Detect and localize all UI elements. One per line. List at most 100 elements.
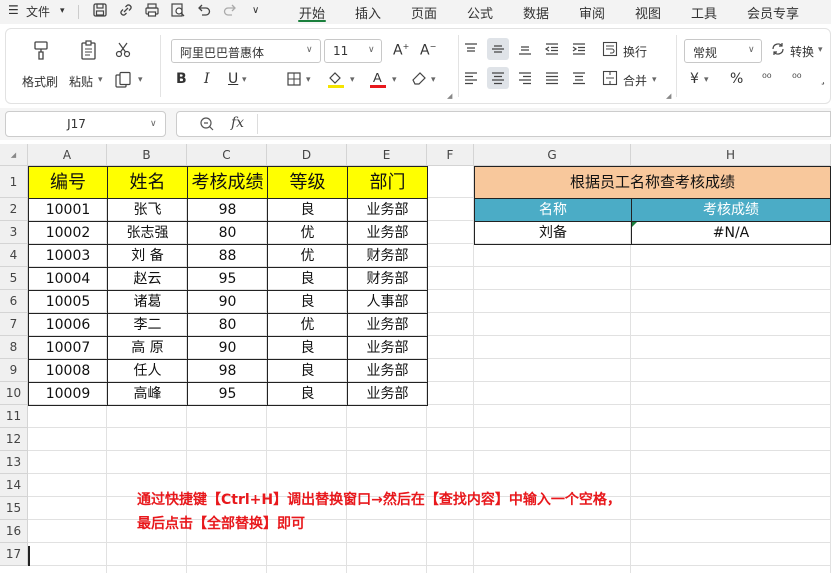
table-cell[interactable]: 诸葛 (107, 290, 188, 314)
more-chevron-icon[interactable]: ∨ (252, 5, 259, 16)
table-cell[interactable]: 张志强 (107, 221, 188, 245)
table-header-cell[interactable]: 编号 (28, 166, 108, 199)
table-cell[interactable]: 业务部 (347, 382, 428, 406)
tab-page[interactable]: 页面 (411, 3, 437, 22)
print-icon[interactable] (144, 2, 162, 20)
tab-formula[interactable]: 公式 (467, 3, 493, 22)
indent-increase-icon[interactable] (571, 41, 587, 60)
table-cell[interactable]: 财务部 (347, 267, 428, 291)
underline-chevron-icon[interactable]: ▾ (242, 75, 247, 85)
table-cell[interactable]: 良 (267, 359, 348, 383)
justify-icon[interactable] (544, 70, 560, 89)
table-cell[interactable]: 90 (187, 290, 268, 314)
row-header[interactable]: 13 (0, 451, 28, 474)
row-header[interactable]: 8 (0, 336, 28, 359)
column-header[interactable]: B (107, 144, 187, 166)
comma-style-icon[interactable]: ¸ (820, 71, 826, 85)
row-header[interactable]: 9 (0, 359, 28, 382)
column-header[interactable]: H (631, 144, 831, 166)
table-cell[interactable]: 良 (267, 198, 348, 222)
table-cell[interactable]: 财务部 (347, 244, 428, 268)
underline-button[interactable]: U (228, 71, 238, 87)
table-header-cell[interactable]: 姓名 (107, 166, 188, 199)
font-shrink-button[interactable]: A− (420, 42, 436, 59)
row-header[interactable]: 16 (0, 520, 28, 543)
table-header-cell[interactable]: 考核成绩 (187, 166, 268, 199)
font-size-chevron-icon[interactable]: ∨ (368, 45, 375, 55)
select-all-corner[interactable]: ◢ (0, 144, 28, 166)
table-cell[interactable]: 98 (187, 198, 268, 222)
eraser-chevron-icon[interactable]: ▾ (431, 75, 436, 85)
tab-tools[interactable]: 工具 (691, 3, 717, 22)
scissors-icon[interactable] (114, 41, 132, 62)
row-header[interactable]: 5 (0, 267, 28, 290)
tab-member[interactable]: 会员专享 (747, 3, 799, 22)
table-cell[interactable]: 良 (267, 267, 348, 291)
lookup-header-cell[interactable]: 名称 (474, 198, 632, 222)
file-menu[interactable]: 文件 (26, 3, 50, 20)
table-cell[interactable]: 良 (267, 290, 348, 314)
align-center-icon[interactable] (490, 70, 506, 89)
lookup-header-cell[interactable]: 考核成绩 (631, 198, 831, 222)
formula-input[interactable]: fx (176, 111, 831, 137)
lookup-result-cell[interactable]: #N/A (631, 221, 831, 245)
font-dialog-launcher-icon[interactable]: ◢ (447, 92, 452, 100)
table-cell[interactable]: 10008 (28, 359, 108, 383)
align-right-icon[interactable] (517, 70, 533, 89)
copy-icon[interactable] (114, 71, 132, 92)
font-color-chevron-icon[interactable]: ▾ (392, 75, 397, 85)
percent-icon[interactable]: % (730, 71, 743, 87)
column-header[interactable]: G (474, 144, 631, 166)
merge-chevron-icon[interactable]: ▾ (652, 75, 657, 85)
row-header[interactable]: 11 (0, 405, 28, 428)
format-painter-button[interactable]: 格式刷 (22, 73, 58, 90)
table-cell[interactable]: 高 原 (107, 336, 188, 360)
table-cell[interactable]: 业务部 (347, 313, 428, 337)
undo-icon[interactable] (196, 2, 214, 20)
border-icon[interactable] (286, 71, 302, 90)
row-header[interactable]: 6 (0, 290, 28, 313)
row-header[interactable]: 2 (0, 198, 28, 221)
row-header[interactable]: 3 (0, 221, 28, 244)
save-icon[interactable] (92, 2, 110, 20)
table-cell[interactable]: 10005 (28, 290, 108, 314)
table-cell[interactable]: 业务部 (347, 359, 428, 383)
convert-icon[interactable] (770, 41, 786, 60)
table-cell[interactable]: 李二 (107, 313, 188, 337)
align-middle-icon[interactable] (490, 41, 506, 60)
indent-decrease-icon[interactable] (544, 41, 560, 60)
bold-button[interactable]: B (176, 71, 187, 87)
table-cell[interactable]: 80 (187, 221, 268, 245)
table-cell[interactable]: 10009 (28, 382, 108, 406)
fill-color-chevron-icon[interactable]: ▾ (350, 75, 355, 85)
row-header[interactable]: 15 (0, 497, 28, 520)
row-header[interactable]: 4 (0, 244, 28, 267)
table-cell[interactable]: 业务部 (347, 221, 428, 245)
table-cell[interactable]: 88 (187, 244, 268, 268)
redo-icon[interactable] (222, 2, 240, 20)
fx-icon[interactable]: fx (231, 115, 244, 131)
table-cell[interactable]: 人事部 (347, 290, 428, 314)
column-header[interactable]: D (267, 144, 347, 166)
align-dialog-launcher-icon[interactable]: ◢ (666, 92, 671, 100)
column-header[interactable]: F (427, 144, 474, 166)
column-header[interactable]: E (347, 144, 427, 166)
table-cell[interactable]: 优 (267, 221, 348, 245)
currency-icon[interactable]: ¥ (690, 71, 699, 87)
table-cell[interactable]: 任人 (107, 359, 188, 383)
paste-button[interactable]: 粘贴 (69, 73, 93, 90)
table-cell[interactable]: 高峰 (107, 382, 188, 406)
copy-chevron-icon[interactable]: ▾ (138, 75, 143, 85)
table-cell[interactable]: 10001 (28, 198, 108, 222)
row-header[interactable]: 7 (0, 313, 28, 336)
font-name-chevron-icon[interactable]: ∨ (306, 45, 313, 55)
lookup-name-cell[interactable]: 刘备 (474, 221, 632, 245)
table-cell[interactable]: 80 (187, 313, 268, 337)
table-cell[interactable]: 优 (267, 244, 348, 268)
paste-chevron-icon[interactable]: ▾ (98, 75, 103, 85)
convert-chevron-icon[interactable]: ▾ (818, 45, 823, 55)
table-cell[interactable]: 业务部 (347, 336, 428, 360)
number-format-chevron-icon[interactable]: ∨ (748, 45, 755, 55)
name-box[interactable]: J17 (5, 111, 166, 137)
table-cell[interactable]: 赵云 (107, 267, 188, 291)
